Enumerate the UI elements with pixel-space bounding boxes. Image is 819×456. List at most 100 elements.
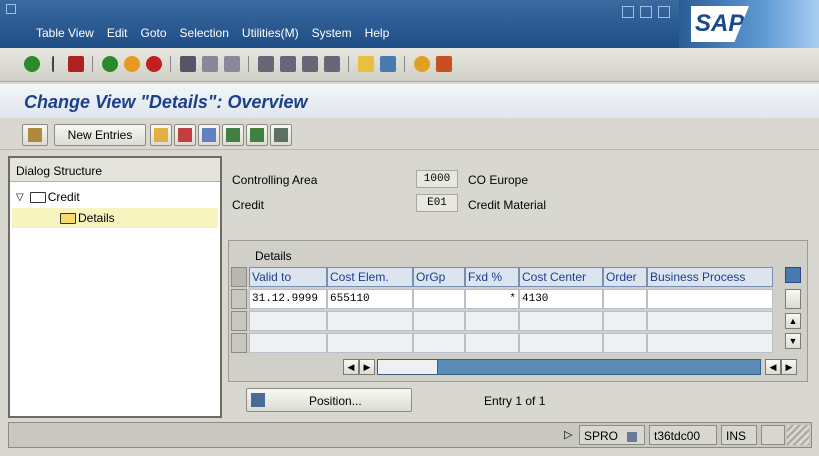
row-selector[interactable] <box>231 311 247 331</box>
table-cell[interactable] <box>647 289 773 309</box>
help-icon[interactable] <box>414 56 430 72</box>
scroll-left-icon[interactable]: ◀ <box>343 359 359 375</box>
expand-triangle-icon[interactable]: ▽ <box>16 192 24 203</box>
back-icon[interactable] <box>102 56 118 72</box>
previous-page-icon[interactable] <box>280 56 296 72</box>
close-window-icon[interactable] <box>658 6 670 18</box>
save-icon[interactable] <box>68 56 84 72</box>
table-cell[interactable] <box>603 289 647 309</box>
scroll-up-icon[interactable]: ▲ <box>785 313 801 329</box>
table-cell[interactable]: 31.12.9999 <box>249 289 327 309</box>
cancel-icon[interactable] <box>146 56 162 72</box>
menu-edit[interactable]: Edit <box>107 26 128 40</box>
find-next-icon[interactable] <box>224 56 240 72</box>
customize-layout-icon[interactable] <box>436 56 452 72</box>
deselect-all-button[interactable] <box>270 124 292 146</box>
credit-field: E01 <box>416 194 458 212</box>
row-selector[interactable] <box>231 289 247 309</box>
col-fxd-pct[interactable]: Fxd % <box>465 267 519 287</box>
horizontal-scrollbar-track[interactable] <box>377 359 761 375</box>
display-change-button[interactable] <box>22 124 48 146</box>
first-page-icon[interactable] <box>258 56 274 72</box>
table-cell[interactable] <box>413 311 465 331</box>
pencil-glasses-icon <box>28 128 42 142</box>
system-menu-icon[interactable] <box>6 4 16 14</box>
position-button[interactable]: Position... <box>246 388 412 412</box>
status-expand-icon[interactable]: ▷ <box>564 428 572 441</box>
menu-help[interactable]: Help <box>365 26 390 40</box>
scroll-down-icon[interactable]: ▼ <box>785 333 801 349</box>
horizontal-scroll-thumb[interactable] <box>378 360 438 374</box>
menu-utilities[interactable]: Utilities(M) <box>242 26 299 40</box>
status-transaction: SPRO <box>579 425 645 445</box>
menu: Table View Edit Goto Selection Utilities… <box>36 26 402 40</box>
enter-icon[interactable] <box>24 56 40 72</box>
table-cell[interactable] <box>519 333 603 353</box>
controlling-area-field: 1000 <box>416 170 458 188</box>
table-cell[interactable]: 4130 <box>519 289 603 309</box>
command-field-arrow-icon[interactable] <box>52 56 62 72</box>
scroll-right-icon[interactable]: ▶ <box>359 359 375 375</box>
table-cell[interactable] <box>413 289 465 309</box>
credit-description: Credit Material <box>468 198 547 212</box>
table-cell[interactable] <box>647 333 773 353</box>
menu-selection[interactable]: Selection <box>180 26 229 40</box>
menu-system[interactable]: System <box>312 26 352 40</box>
col-business-process[interactable]: Business Process <box>647 267 773 287</box>
delete-icon <box>178 128 192 142</box>
dialog-structure-panel: Dialog Structure ▽ Credit Details <box>8 156 222 418</box>
table-cell[interactable] <box>327 311 413 331</box>
copy-as-button[interactable] <box>150 124 172 146</box>
col-order[interactable]: Order <box>603 267 647 287</box>
tree-item-credit[interactable]: ▽ Credit <box>16 188 80 206</box>
col-cost-center[interactable]: Cost Center <box>519 267 603 287</box>
menu-table-view[interactable]: Table View <box>36 26 94 40</box>
table-cell[interactable] <box>647 311 773 331</box>
delete-button[interactable] <box>174 124 196 146</box>
tree-item-details[interactable]: Details <box>60 209 115 227</box>
new-entries-button[interactable]: New Entries <box>54 124 146 146</box>
table-cell[interactable] <box>519 311 603 331</box>
col-cost-element[interactable]: Cost Elem. <box>327 267 413 287</box>
table-cell[interactable]: 655110 <box>327 289 413 309</box>
create-session-icon[interactable] <box>358 56 374 72</box>
find-icon[interactable] <box>202 56 218 72</box>
scroll-left-icon[interactable]: ◀ <box>765 359 781 375</box>
status-menu-icon[interactable] <box>627 431 638 442</box>
controlling-area-description: CO Europe <box>468 173 529 187</box>
table-cell[interactable] <box>603 333 647 353</box>
table-cell[interactable] <box>465 311 519 331</box>
scroll-right-icon[interactable]: ▶ <box>781 359 797 375</box>
table-cell[interactable] <box>249 311 327 331</box>
dialog-structure-header: Dialog Structure <box>10 158 220 182</box>
vertical-scroll-thumb[interactable] <box>785 289 801 309</box>
print-icon[interactable] <box>180 56 196 72</box>
select-block-button[interactable] <box>246 124 268 146</box>
table-cell[interactable] <box>603 311 647 331</box>
resize-grip[interactable] <box>787 425 809 445</box>
row-selector[interactable] <box>231 333 247 353</box>
menu-goto[interactable]: Goto <box>141 26 167 40</box>
status-mode[interactable]: INS <box>721 425 757 445</box>
status-lock-icon <box>761 425 785 445</box>
sap-logo: SAP <box>691 6 749 42</box>
table-settings-icon[interactable] <box>785 267 801 283</box>
table-cell[interactable] <box>327 333 413 353</box>
minimize-icon[interactable] <box>622 6 634 18</box>
table-cell[interactable] <box>413 333 465 353</box>
undo-change-button[interactable] <box>198 124 220 146</box>
table-cell[interactable] <box>465 333 519 353</box>
col-valid-to[interactable]: Valid to <box>249 267 327 287</box>
next-page-icon[interactable] <box>302 56 318 72</box>
col-orgp[interactable]: OrGp <box>413 267 465 287</box>
last-page-icon[interactable] <box>324 56 340 72</box>
table-cell[interactable] <box>249 333 327 353</box>
select-all-button[interactable] <box>222 124 244 146</box>
menu-bar: Table View Edit Goto Selection Utilities… <box>0 0 819 48</box>
select-all-rows-handle[interactable] <box>231 267 247 287</box>
table-cell[interactable]: * <box>465 289 519 309</box>
undo-icon <box>202 128 216 142</box>
maximize-icon[interactable] <box>640 6 652 18</box>
exit-icon[interactable] <box>124 56 140 72</box>
shortcut-icon[interactable] <box>380 56 396 72</box>
